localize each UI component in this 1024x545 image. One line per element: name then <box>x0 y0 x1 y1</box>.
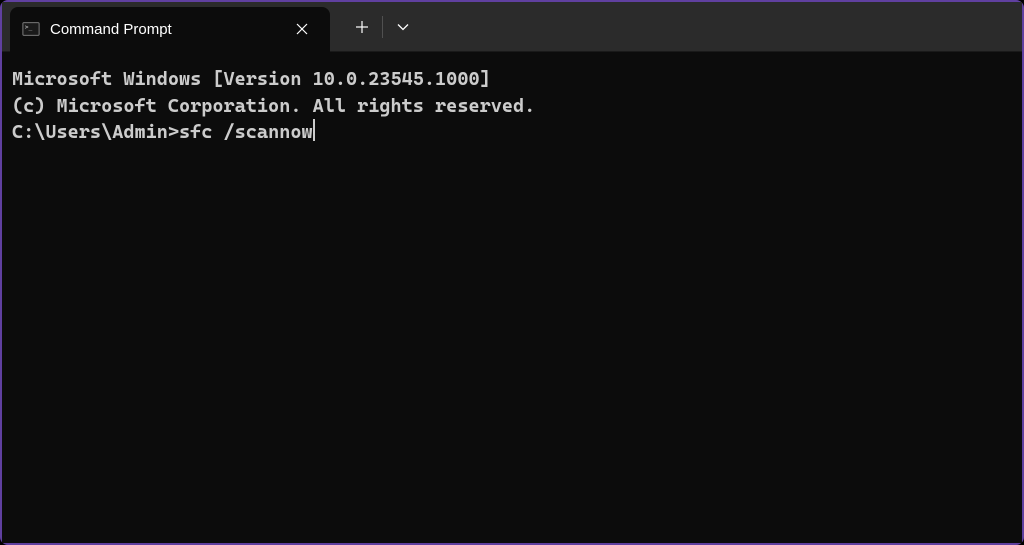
chevron-down-icon <box>397 23 409 31</box>
terminal-prompt: C:\Users\Admin> <box>12 119 179 146</box>
svg-text:>_: >_ <box>25 24 33 31</box>
terminal-output-line: Microsoft Windows [Version 10.0.23545.10… <box>12 66 1012 93</box>
tab-title: Command Prompt <box>50 21 270 38</box>
terminal-content[interactable]: Microsoft Windows [Version 10.0.23545.10… <box>2 52 1022 543</box>
tab-actions <box>342 2 423 51</box>
close-icon <box>296 23 308 35</box>
tab-dropdown-button[interactable] <box>383 9 423 45</box>
cursor <box>313 119 315 141</box>
title-bar: >_ Command Prompt <box>2 2 1022 52</box>
terminal-icon: >_ <box>22 20 40 38</box>
terminal-prompt-line: C:\Users\Admin>sfc /scannow <box>12 119 1012 146</box>
plus-icon <box>355 20 369 34</box>
close-tab-button[interactable] <box>290 17 314 41</box>
new-tab-button[interactable] <box>342 9 382 45</box>
terminal-output-line: (c) Microsoft Corporation. All rights re… <box>12 93 1012 120</box>
terminal-command: sfc /scannow <box>179 119 313 146</box>
tab-command-prompt[interactable]: >_ Command Prompt <box>10 7 330 52</box>
